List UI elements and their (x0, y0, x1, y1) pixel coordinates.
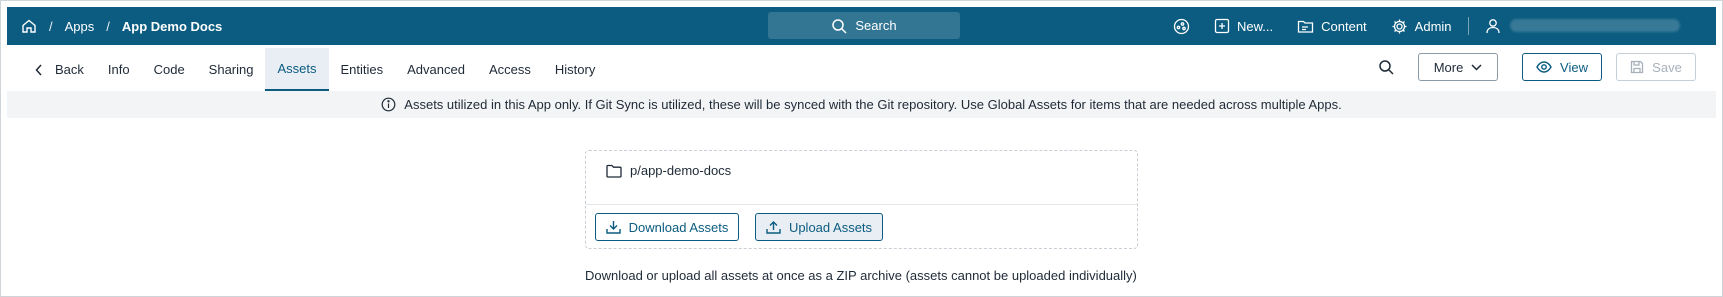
tab-assets[interactable]: Assets (265, 48, 329, 91)
upload-assets-button[interactable]: Upload Assets (755, 213, 883, 241)
upload-icon (766, 220, 781, 234)
info-icon (381, 97, 396, 112)
plus-square-icon (1214, 18, 1230, 34)
save-label: Save (1652, 59, 1682, 75)
new-button[interactable]: New... (1214, 18, 1273, 34)
search-icon[interactable] (1374, 55, 1398, 79)
user-name-redacted[interactable] (1510, 19, 1680, 32)
breadcrumb-current: App Demo Docs (121, 18, 223, 34)
assets-panel: p/app-demo-docs Download Assets Upload A… (585, 150, 1138, 249)
breadcrumb-apps[interactable]: Apps (65, 19, 95, 34)
tab-bar: Back Info Code Sharing Assets Entities A… (7, 48, 1716, 91)
view-button[interactable]: View (1522, 53, 1602, 81)
gear-icon (1391, 18, 1408, 35)
nav-divider (1467, 17, 1469, 35)
folder-path-label: p/app-demo-docs (630, 163, 732, 178)
back-button[interactable]: Back (7, 48, 96, 91)
toolbar: More View Save (1374, 53, 1696, 81)
download-assets-label: Download Assets (628, 219, 729, 235)
home-icon[interactable] (21, 18, 37, 34)
admin-label: Admin (1414, 18, 1452, 34)
tab-advanced[interactable]: Advanced (395, 48, 477, 91)
search-label: Search (855, 18, 897, 33)
help-icon (1173, 18, 1190, 35)
tab-sharing[interactable]: Sharing (197, 48, 266, 91)
upload-assets-label: Upload Assets (788, 219, 873, 235)
view-label: View (1560, 59, 1588, 75)
assets-help-text: Download or upload all assets at once as… (585, 268, 1137, 283)
breadcrumb-separator: / (106, 18, 110, 34)
tab-entities[interactable]: Entities (329, 48, 396, 91)
help-button[interactable] (1173, 18, 1190, 35)
tab-history[interactable]: History (543, 48, 607, 91)
info-message: Assets utilized in this App only. If Git… (404, 97, 1342, 112)
folder-path: p/app-demo-docs (606, 163, 731, 178)
breadcrumb-separator: / (49, 18, 53, 34)
top-header: / Apps / App Demo Docs Search New... Con… (7, 7, 1716, 45)
content-label: Content (1321, 18, 1367, 34)
chevron-left-icon (35, 63, 43, 76)
content-button[interactable]: Content (1297, 18, 1367, 34)
search-icon (831, 18, 847, 34)
info-banner: Assets utilized in this App only. If Git… (7, 91, 1716, 118)
download-icon (605, 220, 621, 234)
new-label: New... (1237, 18, 1274, 34)
tab-code[interactable]: Code (142, 48, 197, 91)
more-button[interactable]: More (1418, 53, 1498, 81)
breadcrumb: / Apps / App Demo Docs (7, 18, 222, 34)
tab-access[interactable]: Access (477, 48, 543, 91)
admin-button[interactable]: Admin (1391, 18, 1452, 35)
save-icon (1630, 60, 1644, 74)
more-label: More (1433, 59, 1464, 75)
eye-icon (1536, 61, 1552, 73)
chevron-down-icon (1471, 63, 1482, 71)
app-window: / Apps / App Demo Docs Search New... Con… (0, 0, 1723, 297)
save-button[interactable]: Save (1616, 53, 1696, 81)
search-button[interactable]: Search (768, 12, 960, 39)
tab-info[interactable]: Info (96, 48, 142, 91)
folder-icon (606, 164, 622, 178)
top-nav: New... Content Admin (1173, 7, 1501, 45)
user-menu-button[interactable] (1485, 18, 1501, 34)
user-icon (1485, 18, 1501, 34)
download-assets-button[interactable]: Download Assets (595, 213, 739, 241)
back-label: Back (55, 62, 84, 77)
panel-divider (586, 204, 1137, 205)
content-icon (1297, 18, 1314, 34)
